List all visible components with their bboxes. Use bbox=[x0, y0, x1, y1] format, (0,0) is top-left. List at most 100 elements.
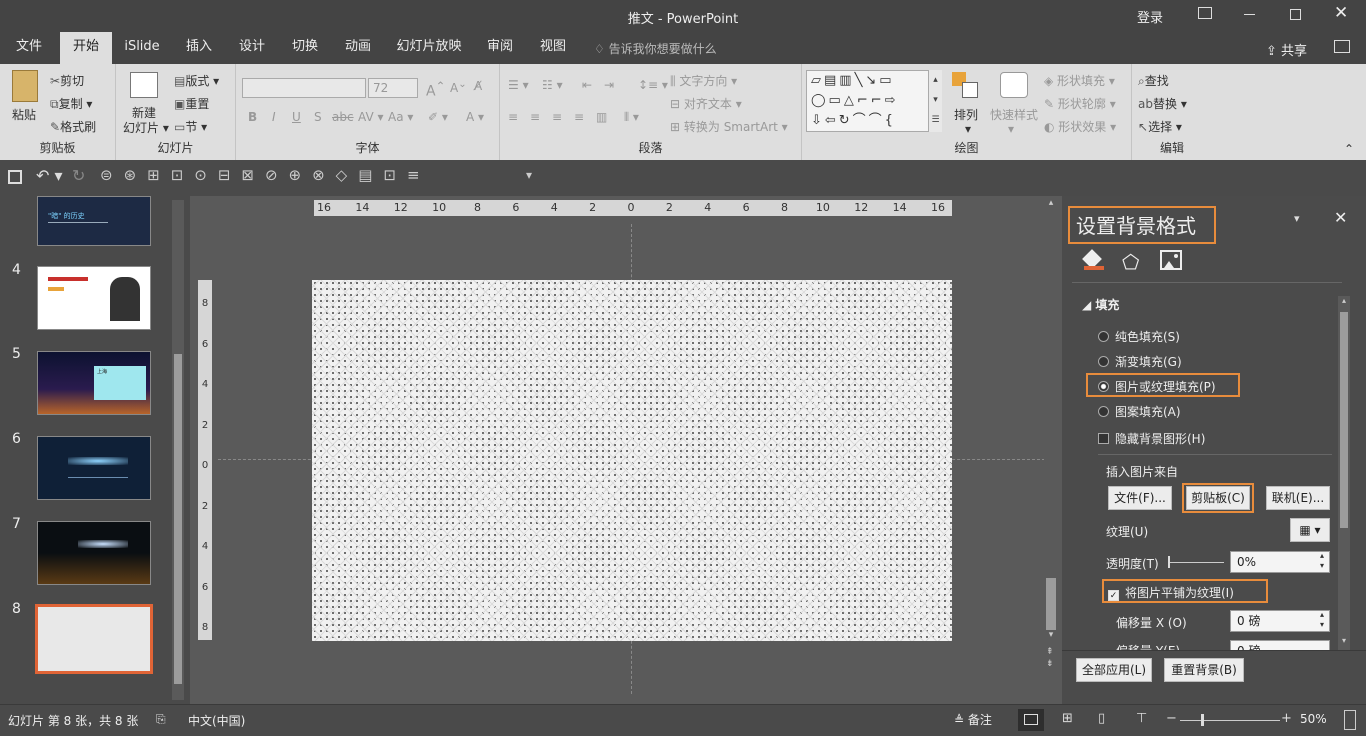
scroll-up-icon[interactable]: ▴ bbox=[1044, 198, 1058, 212]
slide-thumb-3[interactable]: "暗" 的历史 bbox=[37, 196, 151, 246]
font-name-box[interactable] bbox=[242, 78, 366, 98]
fill-section[interactable]: ◢ 填充 bbox=[1082, 296, 1119, 313]
spellcheck-icon[interactable]: ⎘ bbox=[156, 712, 166, 727]
font-color-icon[interactable]: A ▾ bbox=[466, 110, 484, 124]
shadow-icon[interactable]: S bbox=[314, 110, 322, 124]
slideshow-icon[interactable]: ⊤ bbox=[1136, 711, 1147, 726]
slide-canvas[interactable] bbox=[312, 280, 952, 641]
italic-icon[interactable]: I bbox=[272, 110, 276, 124]
pane-close-icon[interactable]: ✕ bbox=[1334, 208, 1347, 227]
collapse-ribbon-icon[interactable]: ⌃ bbox=[1344, 142, 1354, 156]
thumb-scroll-thumb[interactable] bbox=[174, 354, 182, 684]
tab-slideshow[interactable]: 幻灯片放映 bbox=[390, 32, 468, 64]
offset-y-input[interactable]: 0 磅 bbox=[1230, 640, 1330, 650]
editor-scroll-thumb[interactable] bbox=[1046, 578, 1056, 630]
tab-review[interactable]: 审阅 bbox=[475, 32, 525, 64]
comments-icon[interactable] bbox=[1334, 40, 1350, 53]
shape-fill-button[interactable]: ◈ 形状填充 ▾ bbox=[1044, 72, 1115, 89]
reset-button[interactable]: ▣ 重置 bbox=[174, 95, 209, 112]
columns-icon[interactable]: ⫴ ▾ bbox=[624, 110, 639, 125]
change-case-icon[interactable]: Aa ▾ bbox=[388, 110, 413, 124]
shape-outline-button[interactable]: ✎ 形状轮廓 ▾ bbox=[1044, 95, 1116, 112]
slide-thumb-8[interactable] bbox=[35, 604, 153, 674]
effects-icon[interactable]: ⬠ bbox=[1122, 250, 1139, 274]
login-link[interactable]: 登录 bbox=[1137, 7, 1163, 26]
offset-x-spinner[interactable]: ▴ ▾ bbox=[1320, 610, 1324, 630]
arrange-icon[interactable] bbox=[952, 72, 980, 100]
hide-bg-option[interactable]: 隐藏背景图形(H) bbox=[1098, 430, 1205, 447]
new-slide-icon[interactable] bbox=[130, 72, 158, 98]
prev-next-slide-icon[interactable]: ⇞ ⇟ bbox=[1046, 646, 1054, 670]
ribbon-display-icon[interactable] bbox=[1198, 7, 1212, 19]
section-button[interactable]: ▭ 节 ▾ bbox=[174, 118, 207, 135]
find-button[interactable]: ⌕ 查找 bbox=[1138, 72, 1169, 89]
paste-button[interactable]: 粘贴 bbox=[12, 106, 36, 123]
reset-background-button[interactable]: 重置背景(B) bbox=[1164, 658, 1244, 682]
slide-thumb-7[interactable] bbox=[37, 521, 151, 585]
tab-view[interactable]: 视图 bbox=[528, 32, 578, 64]
increase-indent-icon[interactable]: ⇥ bbox=[604, 78, 614, 92]
transparency-input[interactable]: 0% bbox=[1230, 551, 1330, 573]
zoom-slider-track[interactable] bbox=[1180, 720, 1280, 721]
tab-file[interactable]: 文件 bbox=[0, 32, 58, 64]
zoom-in-icon[interactable]: + bbox=[1281, 711, 1292, 726]
arrange-arrow[interactable]: ▾ bbox=[965, 122, 971, 136]
justify-icon[interactable]: ≡ bbox=[574, 110, 584, 124]
file-button[interactable]: 文件(F)... bbox=[1108, 486, 1172, 510]
tab-design[interactable]: 设计 bbox=[227, 32, 277, 64]
bullets-icon[interactable]: ☰ ▾ bbox=[508, 78, 529, 92]
select-button[interactable]: ↖ 选择 ▾ bbox=[1138, 118, 1182, 135]
hide-bg-checkbox[interactable] bbox=[1098, 433, 1109, 444]
undo-icon[interactable]: ↶ ▾ bbox=[36, 166, 63, 185]
qat-tools[interactable]: ⊜⊛⊞⊡⊙⊟⊠⊘⊕⊗◇▤⊡≡ bbox=[100, 166, 431, 184]
new-slide-label2[interactable]: 幻灯片 ▾ bbox=[123, 119, 169, 136]
highlight-icon[interactable]: ✐ ▾ bbox=[428, 110, 448, 124]
shapes-scroll[interactable]: ▴ ▾ ☰ bbox=[928, 70, 942, 132]
restore-icon[interactable] bbox=[1290, 9, 1301, 20]
reading-view-icon[interactable]: ▯ bbox=[1098, 711, 1105, 726]
pane-scroll-thumb[interactable] bbox=[1340, 312, 1348, 528]
cut-button[interactable]: ✂ 剪切 bbox=[50, 72, 84, 89]
copy-button[interactable]: ⧉ 复制 ▾ bbox=[50, 95, 92, 112]
quick-styles-icon[interactable] bbox=[1000, 72, 1028, 98]
solid-fill-option[interactable]: 纯色填充(S) bbox=[1098, 328, 1180, 345]
tab-animations[interactable]: 动画 bbox=[333, 32, 383, 64]
smartart-button[interactable]: ⊞ 转换为 SmartArt ▾ bbox=[670, 118, 788, 135]
slide-sorter-icon[interactable]: ⊞ bbox=[1062, 711, 1073, 726]
tab-home[interactable]: 开始 bbox=[60, 32, 112, 64]
tile-option[interactable]: ✓ 将图片平铺为纹理(I) bbox=[1108, 584, 1234, 601]
minimize-icon[interactable] bbox=[1244, 14, 1255, 15]
slide-thumb-5[interactable]: 上海 bbox=[37, 351, 151, 415]
clear-format-icon[interactable]: A̸ bbox=[474, 79, 482, 93]
picture-fill-option[interactable]: 图片或纹理填充(P) bbox=[1098, 378, 1216, 395]
notes-button[interactable]: ≜ 备注 bbox=[954, 711, 992, 728]
offset-x-input[interactable]: 0 磅 bbox=[1230, 610, 1330, 632]
numbering-icon[interactable]: ☷ ▾ bbox=[542, 78, 563, 92]
radio-gradient[interactable] bbox=[1098, 356, 1109, 367]
share-button[interactable]: ⇪ 共享 bbox=[1266, 40, 1307, 59]
close-icon[interactable]: ✕ bbox=[1334, 3, 1348, 23]
tab-insert[interactable]: 插入 bbox=[174, 32, 224, 64]
fit-to-window-icon[interactable] bbox=[1344, 710, 1356, 730]
scroll-down-icon[interactable]: ▾ bbox=[1044, 630, 1058, 644]
line-spacing-icon[interactable]: ↕≡ ▾ bbox=[638, 78, 668, 92]
align-right-icon[interactable]: ≡ bbox=[552, 110, 562, 124]
zoom-level[interactable]: 50% bbox=[1300, 712, 1327, 726]
pane-scroll-up[interactable]: ▴ bbox=[1338, 296, 1350, 308]
save-icon[interactable] bbox=[8, 170, 22, 184]
transparency-spinner[interactable]: ▴ ▾ bbox=[1320, 551, 1324, 571]
gradient-fill-option[interactable]: 渐变填充(G) bbox=[1098, 353, 1182, 370]
clipboard-button[interactable]: 剪贴板(C) bbox=[1186, 486, 1250, 510]
normal-view-button[interactable] bbox=[1018, 709, 1044, 731]
tab-islide[interactable]: iSlide bbox=[116, 32, 168, 64]
picture-icon[interactable] bbox=[1160, 250, 1182, 270]
text-direction-button[interactable]: ⫼ 文字方向 ▾ bbox=[670, 72, 737, 89]
pane-options-icon[interactable]: ▾ bbox=[1294, 212, 1300, 225]
paste-icon[interactable] bbox=[12, 70, 38, 102]
tab-transitions[interactable]: 切换 bbox=[280, 32, 330, 64]
texture-picker[interactable]: ▦ ▾ bbox=[1290, 518, 1330, 542]
editor-scrollbar[interactable]: ▴ ▾ bbox=[1044, 198, 1058, 644]
thumb-scrollbar[interactable] bbox=[172, 200, 184, 700]
bold-icon[interactable]: B bbox=[248, 110, 257, 124]
strikethrough-icon[interactable]: abc bbox=[332, 110, 354, 124]
